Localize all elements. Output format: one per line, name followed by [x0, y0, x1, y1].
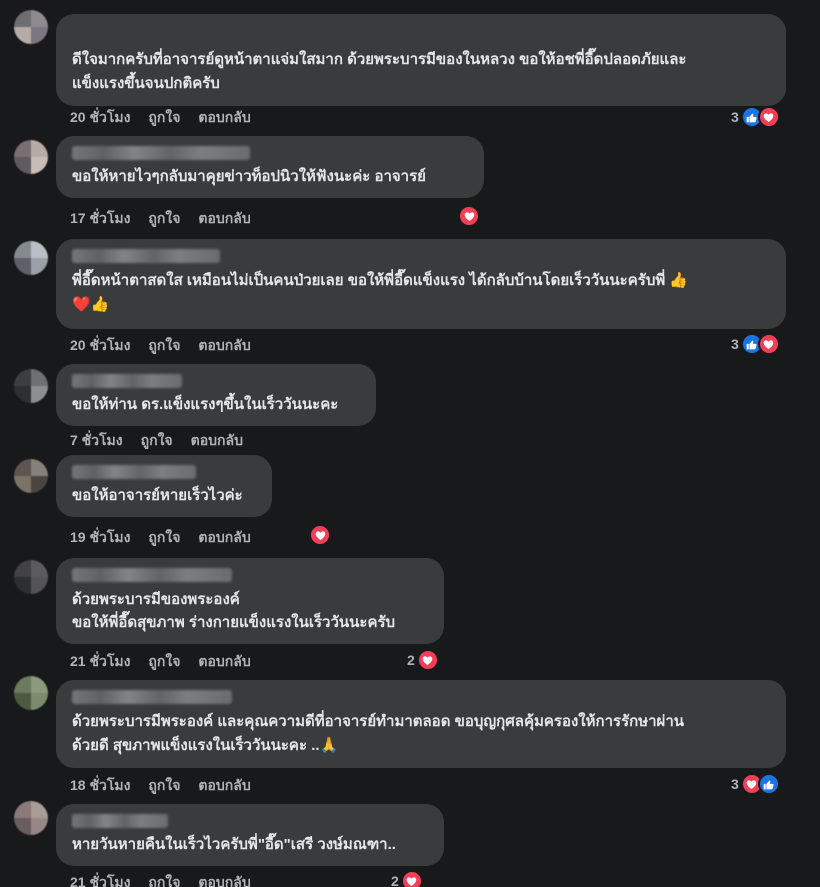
- comment-text: พี่อี๊ดหน้าตาสดใส เหมือนไม่เป็นคนป่วยเลย…: [72, 269, 772, 317]
- comment-actions: 18 ชั่วโมง ถูกใจ ตอบกลับ: [70, 775, 251, 797]
- avatar[interactable]: [14, 560, 48, 594]
- love-reaction-icon: [400, 870, 423, 887]
- comment-text: ขอให้ท่าน ดร.แข็งแรงๆขึ้นในเร็ววันนะคะ: [72, 396, 339, 413]
- comment-time[interactable]: 17 ชั่วโมง: [70, 208, 130, 230]
- comment-bubble: ด้วยพระบารมีของพระองค์ ขอให้พี่อี๊ดสุขภา…: [56, 558, 444, 644]
- reply-button[interactable]: ตอบกลับ: [198, 651, 250, 673]
- reply-button[interactable]: ตอบกลับ: [198, 872, 250, 887]
- avatar[interactable]: [14, 459, 48, 493]
- commenter-name-blurred[interactable]: [72, 249, 220, 263]
- avatar[interactable]: [14, 10, 48, 44]
- reaction-count: 3: [731, 109, 739, 125]
- comment-time[interactable]: 20 ชั่วโมง: [70, 335, 130, 357]
- love-reaction-icon: [458, 205, 480, 227]
- commenter-name-blurred[interactable]: [72, 374, 182, 388]
- reaction-summary[interactable]: 2: [407, 649, 439, 671]
- like-button[interactable]: ถูกใจ: [148, 208, 180, 230]
- avatar[interactable]: [14, 369, 48, 403]
- reaction-count: 2: [391, 873, 399, 887]
- comment-text: หายวันหายคืนในเร็วไวครับพี่"อี๊ด"เสรี วง…: [72, 836, 396, 853]
- like-button[interactable]: ถูกใจ: [141, 430, 173, 452]
- thumbs-up-emoji: 👍: [669, 272, 689, 289]
- avatar[interactable]: [14, 801, 48, 835]
- reaction-count: 3: [731, 776, 739, 792]
- comment-text: ขอให้อาจารย์หายเร็วไวค่ะ: [72, 487, 243, 504]
- reply-button[interactable]: ตอบกลับ: [198, 208, 250, 230]
- comment-actions: 7 ชั่วโมง ถูกใจ ตอบกลับ: [70, 430, 243, 452]
- comment-bubble: ขอให้หายไวๆกลับมาคุยข่าวท็อปนิวให้ฟังนะค…: [56, 136, 484, 198]
- commenter-name-blurred[interactable]: [72, 814, 168, 828]
- comment-time[interactable]: 21 ชั่วโมง: [70, 872, 130, 887]
- commenter-name-blurred[interactable]: [72, 690, 232, 704]
- comment-time[interactable]: 20 ชั่วโมง: [70, 107, 130, 129]
- reply-button[interactable]: ตอบกลับ: [198, 527, 250, 549]
- comment-actions: 20 ชั่วโมง ถูกใจ ตอบกลับ: [70, 107, 251, 129]
- avatar[interactable]: [14, 676, 48, 710]
- love-reaction-icon: [309, 524, 331, 546]
- love-reaction-icon: [416, 649, 439, 671]
- avatar[interactable]: [14, 140, 48, 174]
- reply-button[interactable]: ตอบกลับ: [191, 430, 243, 452]
- comment-bubble: พี่อี๊ดหน้าตาสดใส เหมือนไม่เป็นคนป่วยเลย…: [56, 239, 786, 329]
- like-button[interactable]: ถูกใจ: [148, 651, 180, 673]
- like-button[interactable]: ถูกใจ: [148, 872, 180, 887]
- comment-bubble: ดีใจมากครับที่อาจารย์ดูหน้าตาแจ่มใสมาก ด…: [56, 14, 786, 106]
- comment-time[interactable]: 21 ชั่วโมง: [70, 651, 130, 673]
- comment-bubble: ขอให้ท่าน ดร.แข็งแรงๆขึ้นในเร็ววันนะคะ: [56, 364, 376, 426]
- comment-bubble: หายวันหายคืนในเร็วไวครับพี่"อี๊ด"เสรี วง…: [56, 804, 444, 866]
- comment-actions: 17 ชั่วโมง ถูกใจ ตอบกลับ: [70, 208, 251, 230]
- comment-actions: 21 ชั่วโมง ถูกใจ ตอบกลับ: [70, 651, 251, 673]
- like-button[interactable]: ถูกใจ: [148, 107, 180, 129]
- comment-time[interactable]: 18 ชั่วโมง: [70, 775, 130, 797]
- reply-button[interactable]: ตอบกลับ: [198, 775, 250, 797]
- commenter-name-blurred[interactable]: [72, 568, 232, 582]
- reaction-count: 2: [407, 652, 415, 668]
- comment-text: ขอให้หายไวๆกลับมาคุยข่าวท็อปนิวให้ฟังนะค…: [72, 168, 426, 185]
- comment-actions: 20 ชั่วโมง ถูกใจ ตอบกลับ: [70, 335, 251, 357]
- comment-text: ดีใจมากครับที่อาจารย์ดูหน้าตาแจ่มใสมาก ด…: [72, 51, 687, 92]
- heart-thumbs-emoji: ❤️👍: [72, 296, 110, 313]
- comment-bubble: ด้วยพระบารมีพระองค์ และคุณความดีที่อาจาร…: [56, 680, 786, 768]
- comment-actions: 21 ชั่วโมง ถูกใจ ตอบกลับ: [70, 872, 251, 887]
- praying-hands-emoji: 🙏: [319, 737, 339, 754]
- reaction-summary[interactable]: [309, 524, 331, 546]
- reaction-summary[interactable]: 3: [731, 106, 780, 128]
- love-reaction-icon: [757, 333, 780, 355]
- reaction-summary[interactable]: 3: [731, 773, 780, 795]
- like-button[interactable]: ถูกใจ: [148, 775, 180, 797]
- commenter-name-blurred[interactable]: [72, 465, 196, 479]
- like-reaction-icon: [757, 773, 780, 795]
- comment-text: ด้วยพระบารมีของพระองค์ ขอให้พี่อี๊ดสุขภา…: [72, 591, 396, 631]
- commenter-name-blurred[interactable]: [72, 146, 250, 160]
- comment-text: ด้วยพระบารมีพระองค์ และคุณความดีที่อาจาร…: [72, 710, 772, 758]
- comment-time[interactable]: 19 ชั่วโมง: [70, 527, 130, 549]
- reply-button[interactable]: ตอบกลับ: [198, 335, 250, 357]
- comment-text-body: พี่อี๊ดหน้าตาสดใส เหมือนไม่เป็นคนป่วยเลย…: [72, 272, 666, 289]
- love-reaction-icon: [757, 106, 780, 128]
- like-button[interactable]: ถูกใจ: [148, 527, 180, 549]
- reaction-count: 3: [731, 336, 739, 352]
- comment-bubble: ขอให้อาจารย์หายเร็วไวค่ะ: [56, 455, 272, 517]
- comment-text-body: ด้วยพระบารมีพระองค์ และคุณความดีที่อาจาร…: [72, 713, 684, 754]
- comment-thread: ดีใจมากครับที่อาจารย์ดูหน้าตาแจ่มใสมาก ด…: [0, 0, 820, 887]
- comment-actions: 19 ชั่วโมง ถูกใจ ตอบกลับ: [70, 527, 251, 549]
- reaction-summary[interactable]: 3: [731, 333, 780, 355]
- reply-button[interactable]: ตอบกลับ: [198, 107, 250, 129]
- avatar[interactable]: [14, 241, 48, 275]
- like-button[interactable]: ถูกใจ: [148, 335, 180, 357]
- reaction-summary[interactable]: [458, 205, 480, 227]
- comment-time[interactable]: 7 ชั่วโมง: [70, 430, 123, 452]
- reaction-summary[interactable]: 2: [391, 870, 423, 887]
